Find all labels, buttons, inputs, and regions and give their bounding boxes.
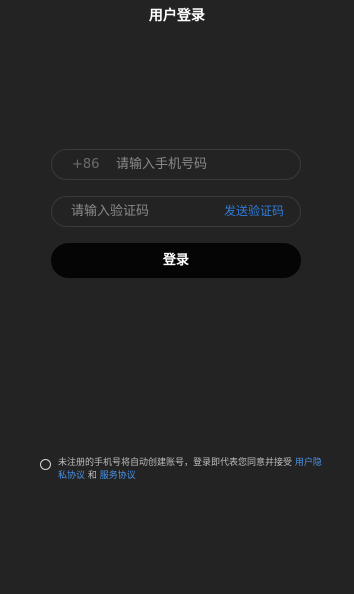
- agree-radio[interactable]: [40, 459, 51, 470]
- verification-code-input[interactable]: 请输入验证码: [71, 197, 149, 226]
- send-code-button[interactable]: 发送验证码: [224, 197, 284, 226]
- phone-field[interactable]: +86 请输入手机号码: [51, 149, 301, 180]
- agreement-text: 未注册的手机号将自动创建账号，登录即代表您同意并接受 用户隐私协议 和 服务协议: [58, 457, 323, 483]
- page-title: 用户登录: [149, 8, 205, 24]
- phone-input[interactable]: 请输入手机号码: [116, 150, 207, 179]
- agreement: 未注册的手机号将自动创建账号，登录即代表您同意并接受 用户隐私协议 和 服务协议: [38, 457, 323, 483]
- agreement-text-main: 未注册的手机号将自动创建账号，登录即代表您同意并接受: [58, 458, 295, 468]
- login-button[interactable]: 登录: [51, 243, 301, 278]
- code-field[interactable]: 请输入验证码 发送验证码: [51, 196, 301, 227]
- agreement-and: 和: [85, 471, 100, 481]
- country-code[interactable]: +86: [72, 150, 99, 179]
- service-agreement-link[interactable]: 服务协议: [100, 471, 136, 481]
